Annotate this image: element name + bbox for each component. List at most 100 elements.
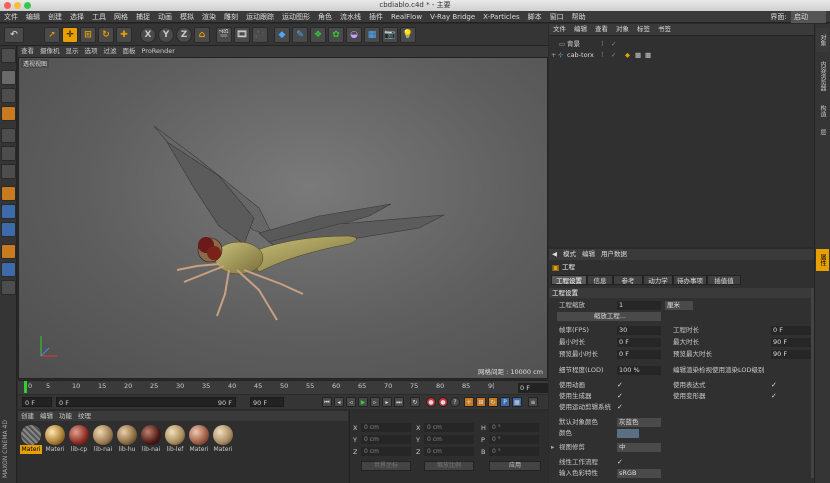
coord-mode-dropdown[interactable]: 世界坐标	[361, 461, 411, 471]
current-frame-field[interactable]: 0 F	[518, 383, 548, 393]
tag-icon[interactable]: ▩	[635, 50, 641, 60]
tag-icon[interactable]: ◆	[625, 50, 630, 60]
play-button[interactable]: ▶	[358, 397, 368, 407]
scale-unit-dropdown[interactable]: 厘米	[665, 301, 693, 310]
attr-menu-arrow-icon[interactable]: ◀	[549, 249, 560, 260]
apply-button[interactable]: 应用	[489, 461, 541, 471]
pos-y-field[interactable]: 0 cm	[361, 435, 411, 444]
menu-pipeline[interactable]: 流水线	[336, 11, 365, 23]
menu-character[interactable]: 角色	[314, 11, 336, 23]
size-y-field[interactable]: 0 cm	[424, 435, 474, 444]
menu-render[interactable]: 渲染	[198, 11, 220, 23]
obj-menu-edit[interactable]: 编辑	[570, 24, 591, 35]
material-swatch[interactable]: lib-hu	[116, 425, 138, 455]
default-color-dropdown[interactable]: 灰蓝色	[617, 418, 661, 427]
tweak-mode-button[interactable]	[1, 204, 16, 219]
polygons-mode-button[interactable]	[1, 164, 16, 179]
edges-mode-button[interactable]	[1, 146, 16, 161]
use-generators-checkbox[interactable]: ✓	[617, 392, 623, 401]
attr-menu-mode[interactable]: 模式	[560, 249, 579, 260]
color-swatch[interactable]	[617, 429, 639, 438]
rot-p-field[interactable]: 0 °	[489, 435, 539, 444]
y-axis-button[interactable]: Y	[158, 27, 174, 43]
dragonfly-model[interactable]	[19, 58, 548, 379]
obj-menu-object[interactable]: 对象	[612, 24, 633, 35]
snap-button[interactable]	[1, 222, 16, 237]
menu-plugins[interactable]: 插件	[365, 11, 387, 23]
autokey-button[interactable]: ●	[438, 397, 448, 407]
move-tool-button[interactable]: ✛	[62, 27, 78, 43]
tab-todo[interactable]: 待办事项	[673, 275, 707, 285]
min-time-field[interactable]: 0 F	[617, 338, 661, 347]
menu-help[interactable]: 帮助	[568, 11, 590, 23]
pos-key-button[interactable]: ✛	[464, 397, 474, 407]
tab-layers[interactable]: 层	[816, 124, 829, 140]
obj-menu-tag[interactable]: 标签	[633, 24, 654, 35]
recent-tool-button[interactable]: ✚	[116, 27, 132, 43]
make-editable-button[interactable]	[1, 48, 16, 63]
pos-z-field[interactable]: 0 cm	[361, 447, 411, 456]
subdivision-button[interactable]: ❖	[310, 27, 326, 43]
mat-menu-texture[interactable]: 纹理	[75, 411, 94, 421]
tab-dynamics[interactable]: 动力学	[643, 275, 673, 285]
material-swatch[interactable]: Materi	[20, 425, 42, 455]
lod-field[interactable]: 100 %	[617, 366, 661, 375]
enabled-check-icon[interactable]: ✓	[611, 39, 616, 49]
menu-snap[interactable]: 捕捉	[132, 11, 154, 23]
points-mode-button[interactable]	[1, 128, 16, 143]
attr-scrollbar[interactable]	[811, 288, 814, 478]
playhead[interactable]	[24, 381, 27, 393]
preview-min-field[interactable]: 0 F	[617, 350, 661, 359]
visibility-dots-icon[interactable]: ⠇	[601, 50, 606, 60]
layout-dropdown[interactable]: 启动	[791, 11, 826, 23]
start-frame-field[interactable]: 0 F	[22, 397, 52, 407]
rotate-tool-button[interactable]: ↻	[98, 27, 114, 43]
lock-workplane-button[interactable]	[1, 244, 16, 259]
material-swatch[interactable]: lib-lef	[164, 425, 186, 455]
menu-tools[interactable]: 工具	[88, 11, 110, 23]
deformer-button[interactable]: ◒	[346, 27, 362, 43]
grid-button[interactable]	[1, 262, 16, 277]
pla-key-button[interactable]: ▦	[512, 397, 522, 407]
view-clipping-dropdown[interactable]: 中	[617, 443, 661, 452]
keyframe-selection-button[interactable]: ?	[450, 397, 460, 407]
end-frame-field[interactable]: 90 F	[250, 397, 284, 407]
menu-select[interactable]: 选择	[66, 11, 88, 23]
rot-key-button[interactable]: ↻	[488, 397, 498, 407]
tag-icon[interactable]: ▩	[645, 50, 651, 60]
tab-info[interactable]: 信息	[587, 275, 613, 285]
zoom-window-icon[interactable]	[24, 2, 31, 9]
tab-project-settings[interactable]: 工程设置	[551, 275, 587, 285]
scale-field[interactable]: 1	[617, 301, 661, 310]
live-select-button[interactable]: ➚	[44, 27, 60, 43]
z-axis-button[interactable]: Z	[176, 27, 192, 43]
record-button[interactable]: ●	[426, 397, 436, 407]
model-mode-button[interactable]	[1, 70, 16, 85]
scale-project-button[interactable]: 缩放工程...	[557, 312, 661, 321]
array-button[interactable]: ✿	[328, 27, 344, 43]
object-row[interactable]: ▭ 背景 ⠇ ✓	[549, 39, 814, 49]
material-swatch[interactable]: Materi	[44, 425, 66, 455]
cube-button[interactable]: ◆	[274, 27, 290, 43]
menu-create[interactable]: 创建	[44, 11, 66, 23]
pen-spline-button[interactable]: ✎	[292, 27, 308, 43]
timeline-menu-button[interactable]: ≡	[528, 397, 538, 407]
size-x-field[interactable]: 0 cm	[424, 423, 474, 432]
use-expressions-checkbox[interactable]: ✓	[771, 381, 777, 390]
render-settings-button[interactable]: 🎥	[252, 27, 268, 43]
viewport-menu-camera[interactable]: 摄像机	[37, 46, 63, 57]
obj-menu-bookmark[interactable]: 书签	[654, 24, 675, 35]
attr-menu-edit[interactable]: 编辑	[579, 249, 598, 260]
axis-mode-button[interactable]	[1, 186, 16, 201]
obj-menu-file[interactable]: 文件	[549, 24, 570, 35]
obj-menu-view[interactable]: 查看	[591, 24, 612, 35]
material-swatch[interactable]: Materi	[212, 425, 234, 455]
use-deformers-checkbox[interactable]: ✓	[771, 392, 777, 401]
viewport[interactable]: 透视视图 网格间距: 10000 cm	[18, 57, 548, 379]
menu-edit[interactable]: 编辑	[22, 11, 44, 23]
max-time-field[interactable]: 90 F	[771, 338, 811, 347]
material-swatch[interactable]: Materi	[188, 425, 210, 455]
viewport-menu-options[interactable]: 选项	[82, 46, 101, 57]
menu-sculpt[interactable]: 雕刻	[220, 11, 242, 23]
next-key-button[interactable]: ▸	[382, 397, 392, 407]
